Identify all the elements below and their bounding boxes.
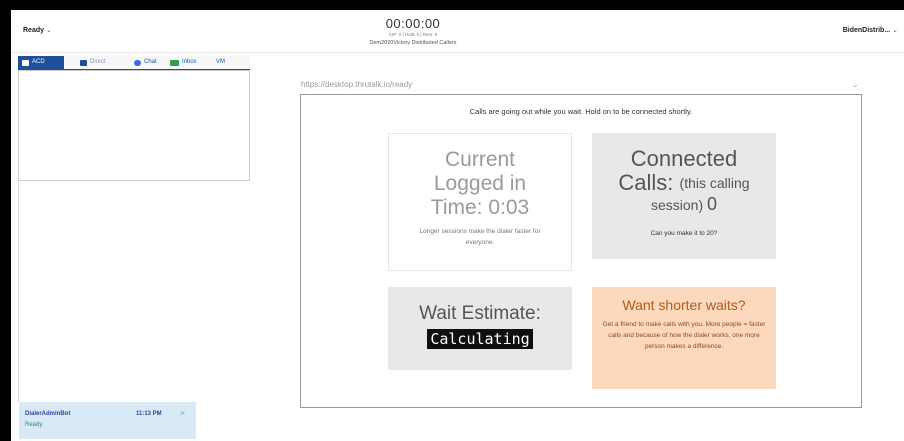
tab-label: VM — [216, 59, 225, 65]
tab-vm[interactable]: VM — [216, 56, 225, 69]
tab-chat[interactable]: Chat — [134, 56, 157, 69]
chat-icon — [134, 59, 141, 66]
url-text: https://desktop.thrutalk.io/ready — [301, 80, 413, 89]
connected-session: session) 0 — [592, 195, 776, 214]
tab-label: Inbox — [182, 59, 197, 65]
connected-title: Connected Calls: (this calling — [592, 147, 776, 195]
ready-frame: Calls are going out while you wait. Hold… — [300, 94, 862, 408]
logged-line: Current — [444, 148, 516, 171]
user-name: BidenDistrib... — [842, 27, 891, 34]
notification-time: 11:13 PM — [136, 411, 162, 417]
wait-estimate-card: Wait Estimate: Calculating — [388, 287, 572, 370]
wait-estimate-title: Wait Estimate: — [419, 303, 541, 324]
logged-line: Logged in — [433, 172, 527, 195]
tab-label: ACD — [32, 59, 45, 65]
connected-note: (this calling — [679, 175, 750, 191]
top-bar: Ready ⌄ 00:00:00 CIP: 0 | Hold: 0 | Rem: … — [11, 10, 904, 53]
logged-in-subtext: Longer sessions make the dialer faster f… — [419, 228, 541, 246]
user-menu[interactable]: BidenDistrib... ⌄ — [843, 26, 898, 34]
app-window: Ready ⌄ 00:00:00 CIP: 0 | Hold: 0 | Rem: … — [11, 10, 904, 441]
tab-label: Direct — [90, 59, 106, 65]
acd-panel — [18, 70, 250, 181]
logged-line: Time: 0:03 — [430, 196, 530, 219]
wait-message: Calls are going out while you wait. Hold… — [469, 107, 693, 116]
connected-subtext: Can you make it to 20? — [650, 230, 718, 237]
connected-calls-card: Connected Calls: (this calling session) … — [592, 133, 776, 259]
panel-tabs: ACD Direct Chat Inbox VM — [18, 56, 250, 70]
connected-count: 0 — [707, 194, 718, 214]
shorter-waits-title: Want shorter waits? — [622, 297, 746, 313]
phone-icon — [80, 59, 87, 66]
shorter-waits-card: Want shorter waits? Get a friend to make… — [592, 287, 776, 389]
notification-card[interactable]: DialerAdminBot 11:13 PM × Ready — [19, 402, 196, 439]
connected-line: Connected — [630, 146, 738, 171]
tab-label: Chat — [144, 59, 157, 65]
campaign-name: Dem2020Victory Distributed Callers — [369, 40, 457, 46]
session-timer: 00:00:00 — [385, 16, 441, 31]
tab-direct[interactable]: Direct — [80, 56, 106, 69]
connected-line: Calls: — [618, 170, 674, 195]
logged-in-time-card: Current Logged in Time: 0:03 Longer sess… — [388, 133, 572, 271]
tab-inbox[interactable]: Inbox — [170, 56, 197, 69]
url-bar[interactable]: https://desktop.thrutalk.io/ready ⌄ — [299, 77, 865, 95]
shorter-waits-subtext: Get a friend to make calls with you. Mor… — [602, 321, 766, 350]
connected-note: session) — [650, 197, 704, 213]
chevron-down-icon: ⌄ — [892, 27, 898, 34]
tab-acd[interactable]: ACD — [18, 56, 64, 69]
notification-sender: DialerAdminBot — [25, 411, 71, 417]
notification-status: Ready — [25, 422, 43, 428]
call-stats: CIP: 0 | Hold: 0 | Rem: 0 — [388, 32, 438, 37]
logged-in-title: Current Logged in Time: 0:03 — [389, 148, 571, 220]
inbox-icon — [170, 59, 179, 66]
divider — [18, 182, 19, 402]
wait-estimate-value: Calculating — [427, 329, 533, 349]
phone-icon — [22, 59, 29, 66]
chevron-down-icon[interactable]: ⌄ — [851, 79, 859, 90]
close-icon[interactable]: × — [180, 408, 185, 418]
